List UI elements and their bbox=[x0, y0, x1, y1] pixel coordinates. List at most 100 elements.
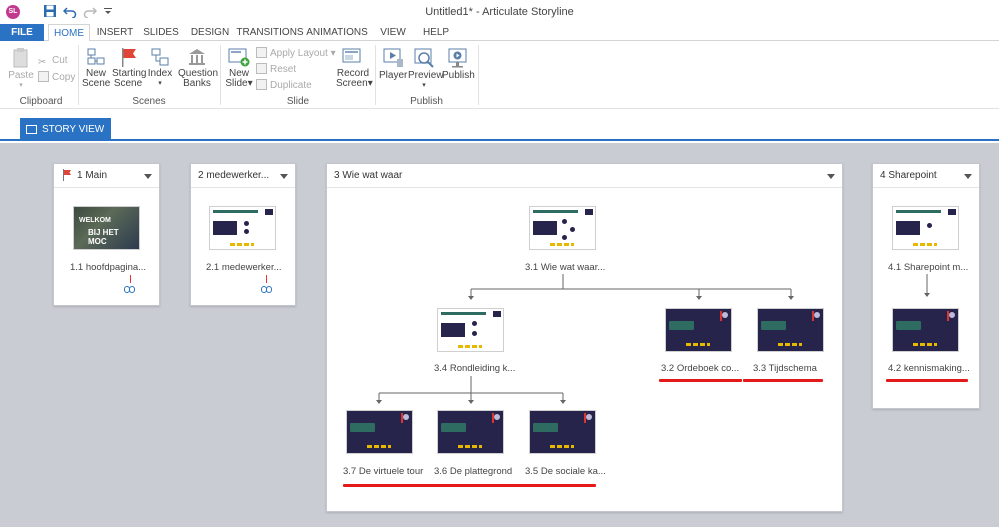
record-screen-button[interactable]: Record Screen▾ bbox=[336, 47, 373, 89]
red-annotation-underline bbox=[659, 379, 742, 382]
copy-icon bbox=[38, 71, 49, 82]
scene-1-main[interactable]: 1 Main WELKOM BIJ HET MOC 1.1 hoofdpagin… bbox=[53, 163, 160, 306]
new-slide-button[interactable]: New Slide▾ bbox=[224, 47, 254, 89]
clipboard-group-label: Clipboard bbox=[19, 96, 63, 107]
slide-label: 3.4 Rondleiding k... bbox=[434, 363, 516, 374]
reset-button[interactable]: Reset bbox=[256, 63, 296, 77]
record-screen-icon bbox=[342, 47, 364, 67]
red-annotation-underline bbox=[343, 484, 596, 487]
tab-insert[interactable]: INSERT bbox=[94, 24, 136, 41]
slide-thumbnail-2-1[interactable] bbox=[209, 206, 276, 250]
reset-icon bbox=[256, 63, 267, 74]
new-scene-icon bbox=[86, 47, 106, 67]
apply-layout-button[interactable]: Apply Layout ▾ bbox=[256, 47, 336, 61]
slide-thumbnail-3-2[interactable] bbox=[665, 308, 732, 352]
ribbon-tabs: FILE HOME INSERT SLIDES DESIGN TRANSITIO… bbox=[0, 24, 999, 42]
window-title: Untitled1* - Articulate Storyline bbox=[425, 6, 574, 18]
tab-home[interactable]: HOME bbox=[48, 24, 90, 42]
tab-animations[interactable]: ANIMATIONS bbox=[306, 24, 368, 41]
scene-header[interactable]: 2 medewerker... bbox=[191, 164, 295, 188]
slide-thumbnail-3-3[interactable] bbox=[757, 308, 824, 352]
red-flag-icon bbox=[118, 47, 138, 67]
link-icon[interactable] bbox=[124, 286, 135, 293]
preview-icon bbox=[413, 47, 435, 69]
link-icon[interactable] bbox=[261, 286, 272, 293]
slide-label: 4.2 kennismaking... bbox=[888, 363, 970, 374]
ribbon: Paste ▾ ✂ Cut Copy Clipboard New Scene Sta… bbox=[0, 41, 999, 109]
red-annotation-underline bbox=[886, 379, 968, 382]
slide-thumbnail-3-5[interactable] bbox=[529, 410, 596, 454]
slide-group-label: Slide bbox=[286, 96, 310, 107]
paste-button[interactable]: Paste ▾ bbox=[8, 47, 34, 91]
index-icon bbox=[150, 47, 170, 67]
slide-label: 3.7 De virtuele tour bbox=[343, 466, 424, 477]
story-view-canvas[interactable]: 1 Main WELKOM BIJ HET MOC 1.1 hoofdpagin… bbox=[0, 143, 999, 527]
paste-icon bbox=[12, 47, 30, 69]
slide-thumbnail-1-1[interactable]: WELKOM BIJ HET MOC bbox=[73, 206, 140, 250]
scene-title: 2 medewerker... bbox=[198, 170, 270, 181]
slide-thumbnail-3-6[interactable] bbox=[437, 410, 504, 454]
scene-4-sharepoint[interactable]: 4 Sharepoint 4.1 Sharepoint m... 4.2 ken… bbox=[872, 163, 980, 409]
slide-label: 3.5 De sociale ka... bbox=[525, 466, 606, 477]
scene-menu-caret-icon[interactable] bbox=[280, 174, 288, 179]
story-view-icon bbox=[26, 125, 37, 134]
question-bank-icon bbox=[187, 47, 207, 67]
scenes-group-label: Scenes bbox=[132, 96, 166, 107]
scene-header[interactable]: 4 Sharepoint bbox=[873, 164, 979, 188]
tab-view[interactable]: VIEW bbox=[376, 24, 410, 41]
title-bar: SL Untitled1* - Articulate Storyline bbox=[0, 0, 999, 24]
view-tab-bar: STORY VIEW bbox=[0, 110, 999, 141]
slide-thumbnail-3-4[interactable] bbox=[437, 308, 504, 352]
scene-2-medewerker[interactable]: 2 medewerker... 2.1 medewerker... bbox=[190, 163, 296, 306]
player-button[interactable]: Player bbox=[379, 47, 407, 81]
slide-thumbnail-3-7[interactable] bbox=[346, 410, 413, 454]
ribbon-separator bbox=[78, 45, 79, 105]
slide-label: 3.2 Ordeboek co... bbox=[661, 363, 740, 374]
index-button[interactable]: Index ▾ bbox=[146, 47, 174, 89]
duplicate-button[interactable]: Duplicate bbox=[256, 79, 312, 93]
slide-thumbnail-4-2[interactable] bbox=[892, 308, 959, 352]
publish-icon bbox=[447, 47, 469, 69]
scene-title: 1 Main bbox=[77, 170, 108, 181]
tab-slides[interactable]: SLIDES bbox=[140, 24, 182, 41]
starting-scene-button[interactable]: Starting Scene bbox=[112, 47, 146, 89]
scene-menu-caret-icon[interactable] bbox=[964, 174, 972, 179]
scene-menu-caret-icon[interactable] bbox=[144, 174, 152, 179]
cut-icon: ✂ bbox=[38, 57, 47, 68]
apply-layout-icon bbox=[256, 47, 267, 58]
scene-title: 4 Sharepoint bbox=[880, 170, 937, 181]
thumb-title-welkom: WELKOM bbox=[79, 217, 111, 224]
scene-menu-caret-icon[interactable] bbox=[827, 174, 835, 179]
trigger-marker bbox=[266, 275, 267, 283]
thumb-title-moc: BIJ HET MOC bbox=[88, 228, 119, 246]
publish-button[interactable]: Publish bbox=[442, 47, 475, 81]
story-view-tab[interactable]: STORY VIEW bbox=[20, 118, 111, 141]
ribbon-separator bbox=[375, 45, 376, 105]
scene-header[interactable]: 1 Main bbox=[54, 164, 159, 188]
preview-button[interactable]: Preview ▾ bbox=[408, 47, 444, 91]
new-scene-button[interactable]: New Scene bbox=[82, 47, 110, 89]
slide-label: 4.1 Sharepoint m... bbox=[888, 262, 969, 273]
slide-label: 2.1 medewerker... bbox=[206, 262, 282, 273]
tab-file[interactable]: FILE bbox=[0, 24, 44, 41]
starting-scene-flag-icon bbox=[63, 169, 71, 181]
ribbon-separator bbox=[478, 45, 479, 105]
red-annotation-underline bbox=[743, 379, 823, 382]
tab-transitions[interactable]: TRANSITIONS bbox=[236, 24, 304, 41]
new-slide-icon bbox=[228, 47, 250, 67]
scene-header[interactable]: 3 Wie wat waar bbox=[327, 164, 842, 188]
cut-button[interactable]: ✂ Cut bbox=[38, 54, 68, 68]
publish-group-label: Publish bbox=[410, 96, 443, 107]
player-icon bbox=[382, 47, 404, 69]
slide-label: 3.1 Wie wat waar... bbox=[525, 262, 606, 273]
copy-button[interactable]: Copy bbox=[38, 71, 75, 85]
tab-design[interactable]: DESIGN bbox=[188, 24, 232, 41]
question-banks-button[interactable]: Question Banks bbox=[178, 47, 218, 89]
ribbon-separator bbox=[220, 45, 221, 105]
slide-thumbnail-4-1[interactable] bbox=[892, 206, 959, 250]
slide-thumbnail-3-1[interactable] bbox=[529, 206, 596, 250]
tab-help[interactable]: HELP bbox=[418, 24, 454, 41]
trigger-marker bbox=[130, 275, 131, 283]
scene-3-wie-wat-waar[interactable]: 3 Wie wat waar 3.1 Wie wat waar... 3.4 R… bbox=[326, 163, 843, 512]
scene-title: 3 Wie wat waar bbox=[334, 170, 403, 181]
